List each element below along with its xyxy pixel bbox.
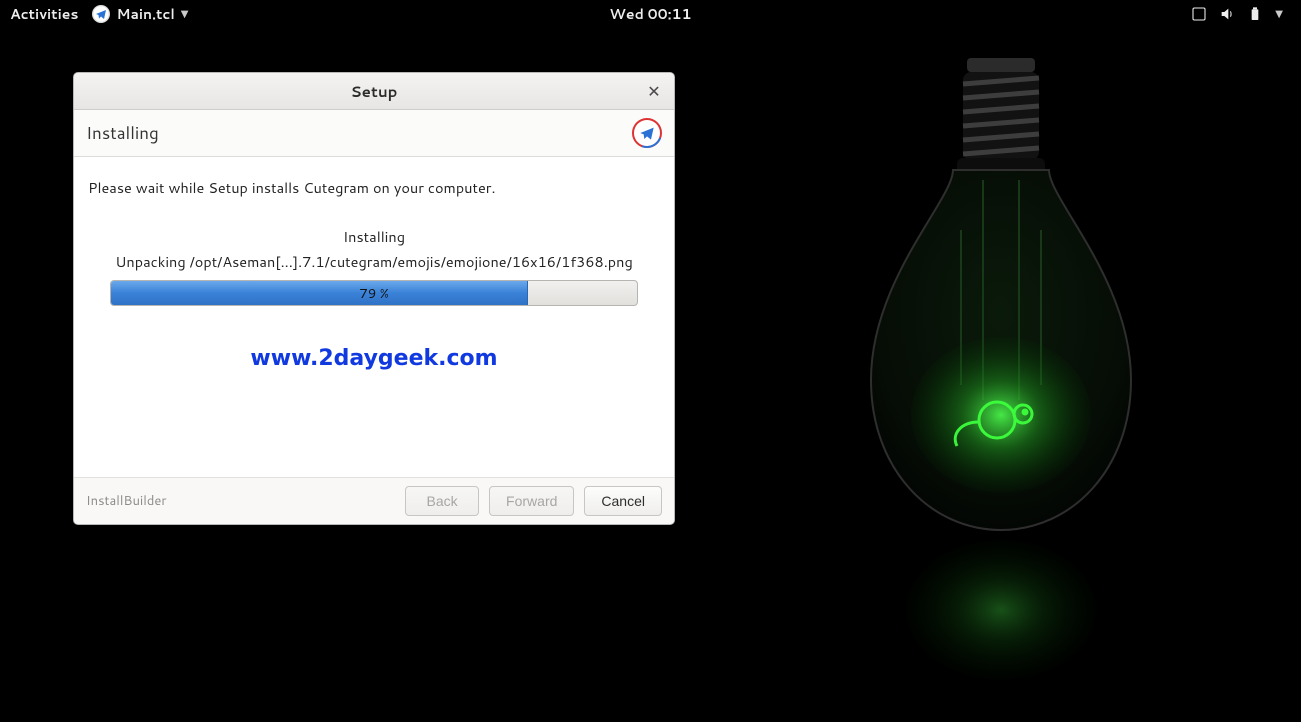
current-file-label: Unpacking /opt/Aseman[...].7.1/cutegram/… (88, 251, 660, 272)
watermark-text: www.2daygeek.com (88, 346, 660, 371)
installbuilder-brand: InstallBuilder (86, 492, 166, 510)
section-title: Installing (86, 121, 159, 145)
system-menu-chevron-icon[interactable]: ▼ (1275, 7, 1283, 21)
telegram-icon (92, 5, 110, 23)
back-button: Back (405, 486, 479, 516)
forward-button: Forward (489, 486, 574, 516)
progress-percent-label: 79 % (111, 281, 637, 305)
clock[interactable]: Wed 00:11 (609, 4, 691, 24)
cutegram-logo-icon (632, 118, 662, 148)
setup-window: Setup ✕ Installing Please wait while Set… (73, 72, 675, 525)
app-menu[interactable]: Main.tcl ▼ (92, 4, 188, 24)
chevron-down-icon: ▼ (181, 7, 189, 21)
wallpaper-lightbulb (831, 40, 1171, 690)
window-title: Setup (351, 81, 398, 102)
window-titlebar[interactable]: Setup ✕ (74, 73, 674, 110)
app-name: Main.tcl (116, 4, 174, 24)
close-icon[interactable]: ✕ (644, 81, 664, 101)
section-header: Installing (74, 110, 674, 157)
install-message: Please wait while Setup installs Cutegra… (88, 177, 660, 198)
progress-bar: 79 % (110, 280, 638, 306)
battery-icon[interactable] (1247, 6, 1263, 22)
accessibility-icon[interactable] (1191, 6, 1207, 22)
cancel-button[interactable]: Cancel (584, 486, 662, 516)
activities-button[interactable]: Activities (10, 4, 78, 24)
installer-body: Please wait while Setup installs Cutegra… (74, 157, 674, 477)
gnome-topbar: Activities Main.tcl ▼ Wed 00:11 ▼ (0, 0, 1301, 28)
volume-icon[interactable] (1219, 6, 1235, 22)
status-label: Installing (88, 226, 660, 247)
installer-footer: InstallBuilder Back Forward Cancel (74, 477, 674, 524)
